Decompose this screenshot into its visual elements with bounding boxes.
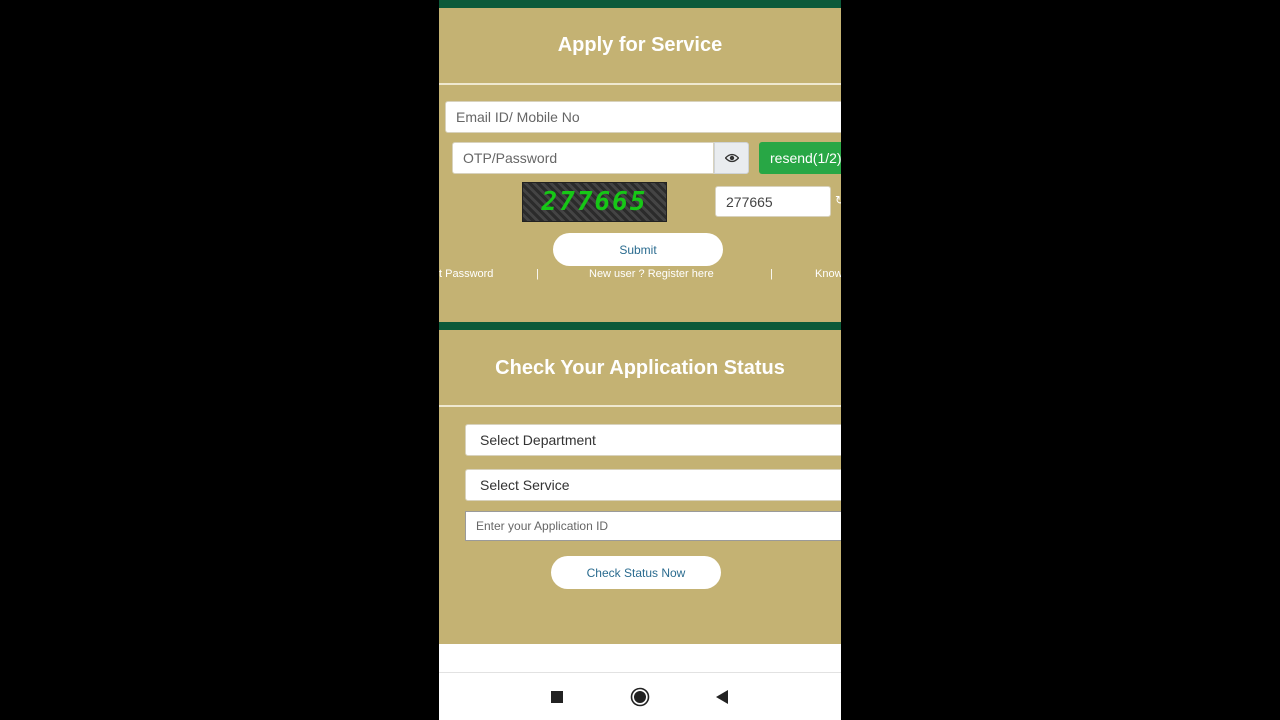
apply-service-title: Apply for Service [557,34,723,56]
email-mobile-input[interactable]: Email ID/ Mobile No [445,101,841,133]
application-id-placeholder: Enter your Application ID [476,519,609,533]
recent-apps-icon[interactable] [545,685,569,709]
application-id-input[interactable]: Enter your Application ID [465,511,841,541]
captcha-image: 277665 [522,182,667,222]
link-separator: | [536,268,539,280]
title-divider [439,405,841,407]
email-mobile-placeholder: Email ID/ Mobile No [456,109,580,125]
show-password-button[interactable] [714,142,749,174]
android-navigation-bar [439,672,841,720]
title-divider [439,83,841,85]
refresh-captcha-icon[interactable]: ↻ [835,193,841,207]
back-icon[interactable] [710,685,734,709]
panel-top-bar [439,0,841,8]
service-select[interactable]: Select Service [465,469,841,501]
apply-service-panel: Apply for Service Email ID/ Mobile No OT… [439,0,841,322]
department-select-value: Select Department [480,432,596,448]
application-status-title: Check Your Application Status [495,357,785,379]
otp-password-input[interactable]: OTP/Password [452,142,714,174]
check-status-button[interactable]: Check Status Now [551,556,721,589]
captcha-input-value: 277665 [726,193,773,210]
link-separator: | [770,268,773,280]
department-select[interactable]: Select Department [465,424,841,456]
otp-password-placeholder: OTP/Password [463,150,558,166]
register-link[interactable]: New user ? Register here [589,268,714,280]
captcha-input[interactable]: 277665 [715,186,831,217]
home-icon[interactable] [628,685,652,709]
eye-icon [724,153,739,163]
application-status-panel: Check Your Application Status Select Dep… [439,322,841,644]
content-bottom-spacer [439,644,841,672]
know-link[interactable]: Know [815,268,841,280]
service-select-value: Select Service [480,477,570,493]
forgot-password-link[interactable]: t Password [439,268,493,280]
phone-screen: Apply for Service Email ID/ Mobile No OT… [439,0,841,720]
submit-button[interactable]: Submit [553,233,723,266]
resend-otp-button[interactable]: resend(1/2) [759,142,841,174]
panel-top-bar [439,322,841,330]
account-links-row: t Password | New user ? Register here | … [439,268,841,284]
